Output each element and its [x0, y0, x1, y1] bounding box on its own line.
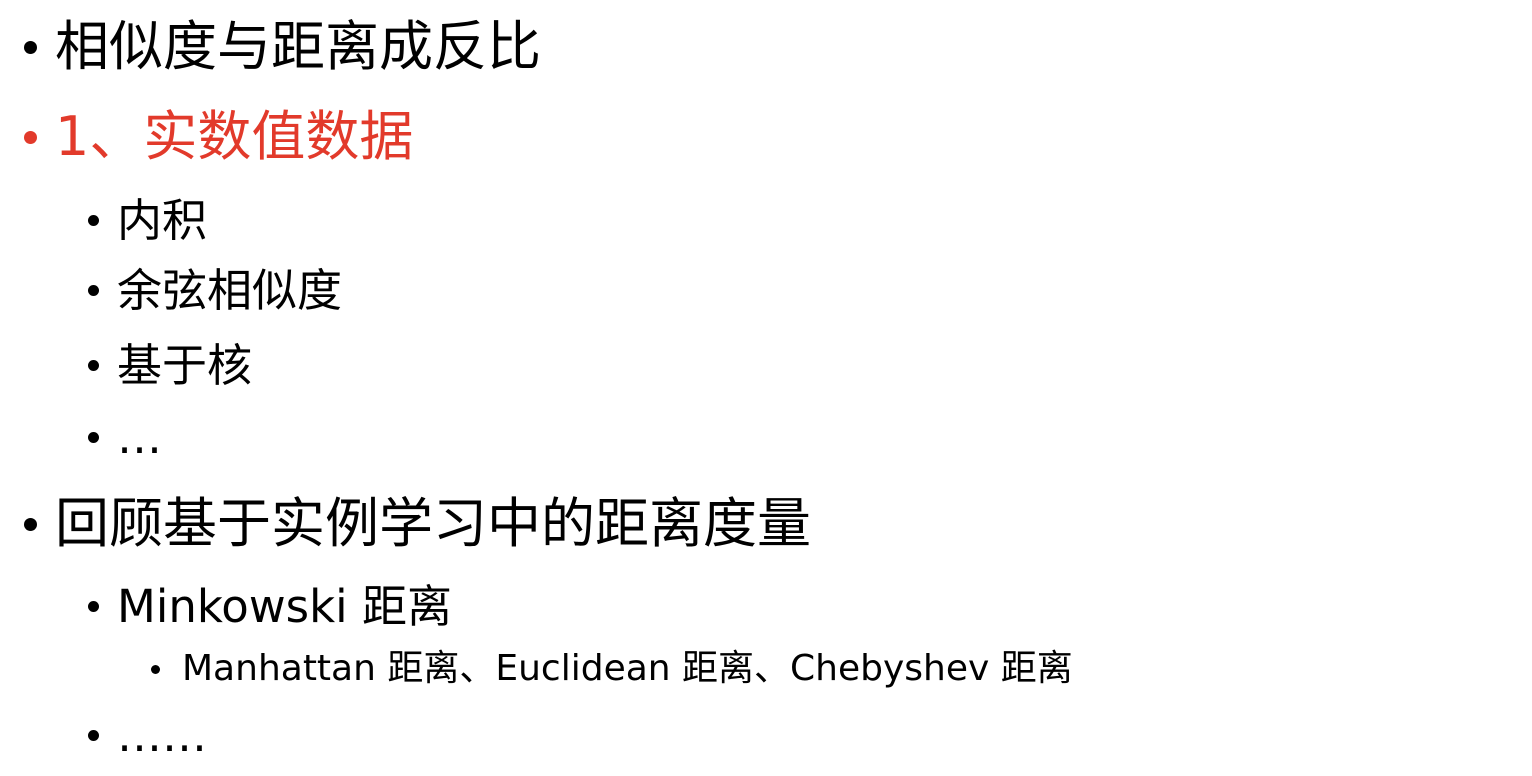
bullet-text: 余弦相似度 — [117, 264, 343, 317]
bullet-similarity-inverse-distance: 相似度与距离成反比 — [24, 20, 541, 74]
bullet-text: Minkowski 距离 — [117, 580, 452, 633]
sub-sub-bullet-distance-types: Manhattan 距离、Euclidean 距离、Chebyshev 距离 — [151, 651, 1073, 687]
bullet-dot — [88, 215, 99, 226]
bullet-dot — [88, 432, 99, 443]
sub-bullet-ellipsis: … — [88, 415, 162, 460]
bullet-dot — [88, 730, 99, 741]
sub-bullet-more-ellipsis: …… — [88, 713, 207, 758]
bullet-text: …… — [117, 709, 207, 762]
sub-bullet-kernel-based: 基于核 — [88, 343, 252, 388]
bullet-dot — [151, 664, 160, 674]
bullet-text: 1、实数值数据 — [55, 105, 414, 168]
sub-bullet-inner-product: 内积 — [88, 198, 207, 243]
bullet-text: 基于核 — [117, 339, 253, 392]
bullet-dot — [88, 360, 99, 371]
sub-bullet-cosine-similarity: 余弦相似度 — [88, 268, 342, 313]
sub-bullet-minkowski-distance: Minkowski 距离 — [88, 584, 452, 629]
bullet-text: 内积 — [117, 194, 208, 247]
bullet-real-valued-data: 1、实数值数据 — [24, 110, 413, 164]
bullet-text: 相似度与距离成反比 — [55, 15, 541, 78]
bullet-dot — [88, 285, 99, 296]
bullet-dot — [24, 40, 37, 54]
bullet-text: … — [117, 411, 162, 464]
bullet-dot — [24, 517, 37, 531]
bullet-review-distance-metrics: 回顾基于实例学习中的距离度量 — [24, 497, 811, 551]
bullet-dot — [24, 130, 37, 144]
bullet-text: 回顾基于实例学习中的距离度量 — [55, 492, 811, 555]
bullet-dot — [88, 601, 99, 612]
bullet-text: Manhattan 距离、Euclidean 距离、Chebyshev 距离 — [182, 648, 1073, 689]
